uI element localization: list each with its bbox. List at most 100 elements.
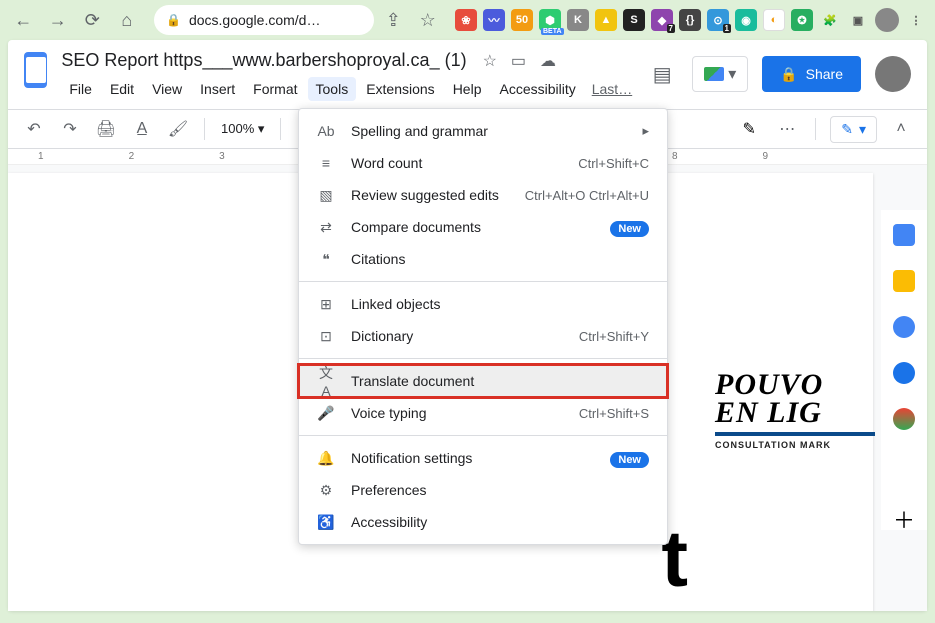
- move-icon[interactable]: ▭: [511, 51, 526, 71]
- tools-item-review-suggested-edits[interactable]: ▧ Review suggested edits Ctrl+Alt+O Ctrl+A…: [299, 179, 667, 211]
- menu-label: Citations: [351, 251, 405, 267]
- chrome-avatar[interactable]: [875, 8, 899, 32]
- editing-mode-button[interactable]: ✎ ▾: [830, 116, 877, 143]
- home-button[interactable]: ⌂: [112, 4, 143, 36]
- tools-item-dictionary[interactable]: ⊡DictionaryCtrl+Shift+Y: [299, 320, 667, 352]
- star-icon[interactable]: ☆: [483, 51, 497, 71]
- tools-item-translate-document[interactable]: 文ATranslate document: [299, 365, 667, 397]
- menu-label: Voice typing: [351, 405, 427, 421]
- panel-icon[interactable]: ▣: [847, 9, 869, 31]
- meet-button[interactable]: ▾: [692, 56, 748, 92]
- menu-edit[interactable]: Edit: [102, 77, 142, 101]
- menu-help[interactable]: Help: [445, 77, 490, 101]
- menu-label: Review suggested edits: [351, 187, 499, 203]
- more-icon[interactable]: ⋯: [773, 115, 801, 143]
- ext-icon-4[interactable]: ⬢BETA: [539, 9, 561, 31]
- menu-label: Preferences: [351, 482, 426, 498]
- menu-label: Accessibility: [351, 514, 427, 530]
- ext-icon-11[interactable]: ◉: [735, 9, 757, 31]
- doc-title[interactable]: SEO Report https___www.barbershoproyal.c…: [61, 50, 466, 71]
- bookmark-icon[interactable]: ☆: [413, 4, 444, 36]
- tools-item-accessibility[interactable]: ♿Accessibility: [299, 506, 667, 538]
- lock-icon: 🔒: [780, 66, 797, 83]
- maps-icon[interactable]: [893, 408, 915, 430]
- menu-label: Translate document: [351, 373, 474, 389]
- last-edit-link[interactable]: Last…: [592, 77, 632, 101]
- lock-icon: 🔒: [166, 13, 181, 27]
- ext-icon-5[interactable]: K: [567, 9, 589, 31]
- menu-icon: 🎤: [317, 405, 335, 422]
- menu-icon: ⊞: [317, 296, 335, 313]
- back-button[interactable]: ←: [8, 4, 39, 36]
- share-url-icon[interactable]: ⇪: [378, 4, 409, 36]
- highlight-icon[interactable]: ✎: [735, 115, 763, 143]
- menu-tools[interactable]: Tools: [308, 77, 357, 101]
- tools-item-word-count[interactable]: ≡Word countCtrl+Shift+C: [299, 147, 667, 179]
- add-panel-icon[interactable]: ＋: [893, 508, 915, 530]
- tools-dropdown: AbSpelling and grammar▸≡Word countCtrl+S…: [298, 108, 668, 545]
- tools-item-notification-settings[interactable]: 🔔Notification settingsNew: [299, 442, 667, 474]
- tools-item-spelling-and-grammar[interactable]: AbSpelling and grammar▸: [299, 115, 667, 147]
- menu-icon: ⚙: [317, 482, 335, 499]
- menu-label: Word count: [351, 155, 422, 171]
- menu-shortcut: Ctrl+Shift+Y: [579, 329, 649, 344]
- url-text: docs.google.com/d…: [189, 12, 321, 28]
- chrome-menu-icon[interactable]: ⋮: [905, 9, 927, 31]
- menu-extensions[interactable]: Extensions: [358, 77, 442, 101]
- ext-icon-3[interactable]: 50: [511, 9, 533, 31]
- company-logo: POUVO EN LIG CONSULTATION MARK: [715, 368, 875, 450]
- spellcheck-button[interactable]: A̲: [128, 115, 156, 143]
- url-bar[interactable]: 🔒 docs.google.com/d…: [154, 5, 374, 35]
- ext-icon-1[interactable]: ❀: [455, 9, 477, 31]
- tasks-icon[interactable]: [893, 316, 915, 338]
- docs-header: SEO Report https___www.barbershoproyal.c…: [8, 40, 927, 101]
- menu-label: Notification settings: [351, 450, 472, 466]
- menu-icon: Ab: [317, 123, 335, 139]
- comments-icon[interactable]: ▤: [646, 58, 678, 90]
- calendar-icon[interactable]: [893, 224, 915, 246]
- cloud-icon[interactable]: ☁: [540, 51, 556, 71]
- menu-accessibility[interactable]: Accessibility: [491, 77, 583, 101]
- ext-icon-6[interactable]: ▲: [595, 9, 617, 31]
- tools-item-citations[interactable]: ❝ Citations: [299, 243, 667, 275]
- collapse-icon[interactable]: ˄: [887, 115, 915, 143]
- browser-bar: ← → ⟳ ⌂ 🔒 docs.google.com/d… ⇪ ☆ ❀ 〰 50 …: [0, 0, 935, 40]
- tools-item-preferences[interactable]: ⚙ Preferences: [299, 474, 667, 506]
- contacts-icon[interactable]: [893, 362, 915, 384]
- keep-icon[interactable]: [893, 270, 915, 292]
- ext-icon-12[interactable]: ◐: [763, 9, 785, 31]
- share-button[interactable]: 🔒Share: [762, 56, 861, 92]
- menu-shortcut: Ctrl+Alt+O Ctrl+Alt+U: [525, 188, 649, 203]
- menu-icon: ❝: [317, 251, 335, 268]
- ext-icon-9[interactable]: {}: [679, 9, 701, 31]
- paint-format-button[interactable]: 🖌: [164, 115, 192, 143]
- tools-item-linked-objects[interactable]: ⊞ Linked objects: [299, 288, 667, 320]
- reload-button[interactable]: ⟳: [77, 4, 108, 36]
- side-panel: ＋: [881, 210, 927, 530]
- zoom-select[interactable]: 100% ▾: [217, 119, 268, 139]
- print-button[interactable]: 🖨: [92, 115, 120, 143]
- menu-icon: ⊡: [317, 328, 335, 345]
- ext-icon-10[interactable]: ⊙1: [707, 9, 729, 31]
- menu-file[interactable]: File: [61, 77, 100, 101]
- redo-button[interactable]: ↷: [56, 115, 84, 143]
- menu-format[interactable]: Format: [245, 77, 305, 101]
- extensions-tray: ❀ 〰 50 ⬢BETA K ▲ S ◆7 {} ⊙1 ◉ ◐ ✪ 🧩 ▣ ⋮: [455, 8, 927, 32]
- ext-icon-7[interactable]: S: [623, 9, 645, 31]
- menu-view[interactable]: View: [144, 77, 190, 101]
- profile-avatar[interactable]: [875, 56, 911, 92]
- menu-label: Linked objects: [351, 296, 441, 312]
- tools-item-voice-typing[interactable]: 🎤Voice typingCtrl+Shift+S: [299, 397, 667, 429]
- ext-icon-13[interactable]: ✪: [791, 9, 813, 31]
- forward-button[interactable]: →: [43, 4, 74, 36]
- menu-icon: ▧: [317, 187, 335, 204]
- tools-item-compare-documents[interactable]: ⇄Compare documentsNew: [299, 211, 667, 243]
- undo-button[interactable]: ↶: [20, 115, 48, 143]
- menu-insert[interactable]: Insert: [192, 77, 243, 101]
- ext-icon-8[interactable]: ◆7: [651, 9, 673, 31]
- menu-shortcut: New: [610, 220, 649, 235]
- docs-logo[interactable]: [24, 52, 47, 88]
- ext-icon-2[interactable]: 〰: [483, 9, 505, 31]
- extensions-icon[interactable]: 🧩: [819, 9, 841, 31]
- menu-icon: ⇄: [317, 219, 335, 236]
